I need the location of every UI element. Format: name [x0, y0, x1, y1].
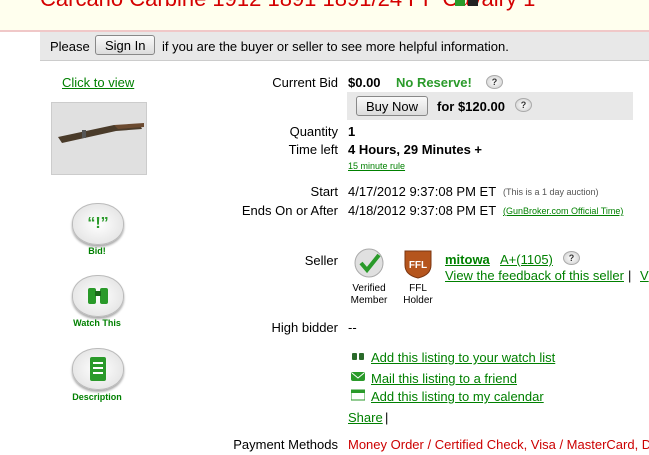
- share-link[interactable]: Share: [348, 410, 383, 425]
- ends-value: 4/18/2012 9:37:08 PM ET: [348, 203, 497, 218]
- black-badge-icon: [468, 0, 478, 6]
- high-bidder-label: High bidder: [271, 320, 339, 335]
- ffl-holder-badge[interactable]: FFL FFL Holder: [397, 247, 439, 307]
- add-watch-list-link[interactable]: Add this listing to your watch list: [371, 350, 555, 365]
- buy-now-price: for $120.00: [437, 99, 505, 114]
- help-icon[interactable]: ?: [563, 251, 580, 265]
- calendar-icon: [350, 389, 366, 404]
- help-icon[interactable]: ?: [486, 75, 503, 89]
- fifteen-minute-rule-link[interactable]: 15 minute rule: [348, 161, 405, 171]
- current-bid-label: Current Bid: [272, 75, 338, 90]
- seller-feedback-link[interactable]: View the feedback of this seller: [445, 268, 624, 283]
- current-bid-value: $0.00: [348, 75, 381, 90]
- add-calendar-link[interactable]: Add this listing to my calendar: [371, 389, 544, 404]
- signin-prefix: Please: [50, 39, 90, 54]
- verified-line1: Verified: [352, 283, 386, 294]
- description-label[interactable]: Description: [57, 392, 137, 402]
- description-button[interactable]: [72, 348, 124, 390]
- high-bidder-value: --: [348, 320, 357, 335]
- notepad-icon: [90, 357, 106, 381]
- mail-icon: [351, 370, 365, 385]
- time-left-label: Time left: [288, 142, 338, 157]
- signin-message: if you are the buyer or seller to see mo…: [162, 39, 509, 54]
- buy-now-box: Buy Now for $120.00 ?: [347, 92, 633, 120]
- truncated-link[interactable]: V: [640, 268, 649, 283]
- quantity-label: Quantity: [289, 124, 338, 139]
- ffl-badge-text: FFL: [409, 260, 427, 271]
- seller-label: Seller: [304, 253, 338, 268]
- payment-methods-value: Money Order / Certified Check, Visa / Ma…: [348, 437, 649, 452]
- mail-friend-link[interactable]: Mail this listing to a friend: [371, 371, 517, 386]
- seller-rating-link[interactable]: A+(1105): [500, 252, 553, 267]
- seller-name-link[interactable]: mitowa: [445, 252, 490, 267]
- ends-label: Ends On or After: [241, 203, 338, 218]
- start-label: Start: [310, 184, 338, 199]
- watch-this-button[interactable]: [72, 275, 124, 317]
- ffl-shield-icon: FFL: [404, 250, 432, 279]
- sign-in-button[interactable]: Sign In: [95, 35, 156, 55]
- verified-line2: Member: [350, 295, 388, 306]
- time-left-value: 4 Hours, 29 Minutes +: [348, 142, 483, 157]
- no-reserve-text: No Reserve!: [396, 75, 472, 90]
- auction-length-note: (This is a 1 day auction): [503, 187, 599, 197]
- payment-methods-label: Payment Methods: [233, 437, 338, 452]
- ffl-line2: Holder: [403, 295, 433, 306]
- separator: |: [628, 268, 632, 283]
- binoculars-icon: [88, 288, 108, 304]
- official-time-link[interactable]: (GunBroker.com Official Time): [503, 206, 623, 216]
- green-badge-icon: [455, 0, 465, 6]
- buy-now-button[interactable]: Buy Now: [356, 96, 429, 116]
- signin-bar: Please Sign In if you are the buyer or s…: [40, 32, 649, 61]
- binoculars-icon: [351, 349, 365, 364]
- ffl-line1: FFL: [409, 283, 427, 294]
- verified-check-icon: [354, 248, 384, 278]
- share-separator: |: [385, 410, 389, 425]
- start-value: 4/17/2012 9:37:08 PM ET: [348, 184, 497, 199]
- quantity-value: 1: [348, 124, 356, 139]
- title-icons: [455, 0, 481, 9]
- verified-member-badge[interactable]: Verified Member: [347, 247, 391, 307]
- help-icon[interactable]: ?: [515, 98, 532, 112]
- listing-title-strip: Carcano Carbine 1912 1891 1891/24 PF Cav…: [0, 0, 649, 30]
